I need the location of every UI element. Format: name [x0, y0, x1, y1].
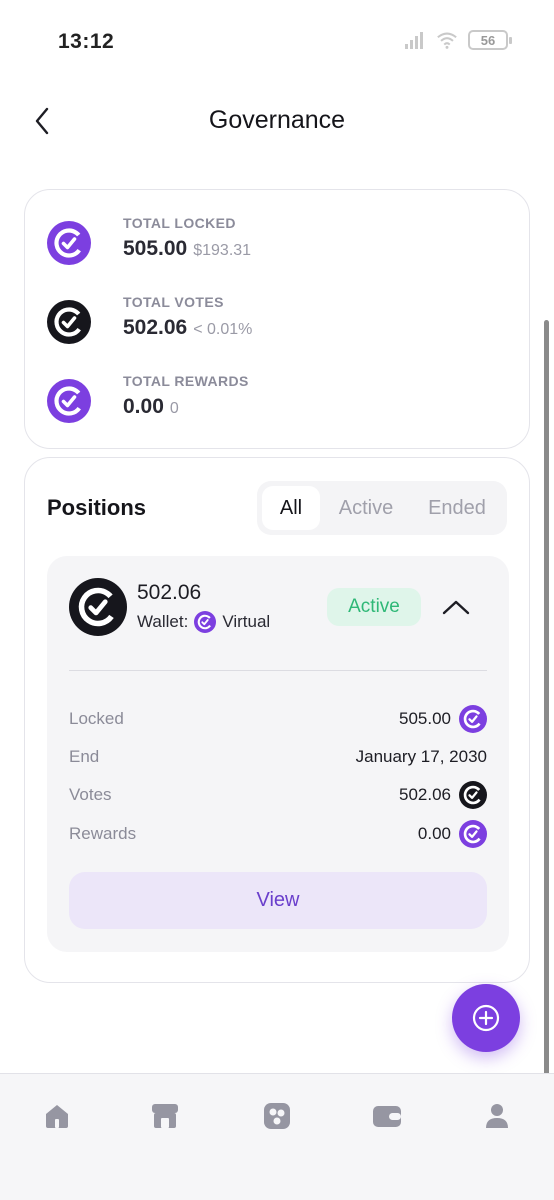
nav-profile[interactable] [479, 1098, 515, 1134]
status-time: 13:12 [58, 30, 115, 53]
page-title: Governance [208, 106, 346, 134]
store-icon [152, 1104, 178, 1128]
detail-label: Votes [69, 785, 112, 804]
apps-icon [264, 1103, 290, 1129]
detail-value: 502.06 [399, 785, 451, 804]
nav-home[interactable] [39, 1098, 75, 1134]
wifi-icon [437, 32, 457, 49]
total-votes-label: TOTAL VOTES [123, 294, 224, 310]
total-locked-label: TOTAL LOCKED [123, 215, 236, 231]
detail-row-votes: Votes 502.06 [69, 779, 487, 811]
total-rewards-stat: TOTAL REWARDS 0.00 0 [47, 373, 507, 433]
detail-row-locked: Locked 505.00 [69, 703, 487, 735]
detail-label: Locked [69, 709, 124, 728]
total-rewards-value: 0.00 [123, 395, 164, 418]
total-rewards-sub: 0 [169, 400, 179, 417]
wallet-label: Wallet: [137, 612, 189, 631]
purple-token-icon [459, 820, 487, 848]
detail-value: 0.00 [417, 824, 451, 843]
tab-ended[interactable]: Ended [412, 486, 502, 530]
purple-token-icon [459, 705, 487, 733]
scrollbar[interactable] [544, 320, 549, 1120]
collapse-button[interactable] [441, 594, 471, 620]
position-amount: 502.06 [137, 581, 202, 604]
black-token-icon [459, 781, 487, 809]
detail-label: Rewards [69, 824, 137, 843]
nav-wallet[interactable] [369, 1098, 405, 1134]
signal-icon [405, 32, 423, 49]
detail-row-end: End January 17, 2030 [69, 741, 487, 773]
detail-label: End [69, 747, 100, 766]
purple-token-icon [47, 379, 91, 423]
total-votes-share: < 0.01% [193, 321, 253, 338]
battery-icon: 56 [468, 30, 512, 50]
total-rewards-label: TOTAL REWARDS [123, 373, 249, 389]
tab-active[interactable]: Active [320, 486, 412, 530]
purple-token-icon [194, 611, 216, 633]
black-token-icon [69, 578, 127, 636]
black-token-icon [47, 300, 91, 344]
position-wallet: Wallet: Virtual [137, 611, 270, 633]
total-locked-usd: $193.31 [193, 242, 252, 259]
detail-value: 505.00 [399, 709, 451, 728]
status-indicators: 56 [404, 30, 512, 50]
summary-card: TOTAL LOCKED 505.00 $193.31 TOTAL VOTES … [24, 189, 530, 449]
status-badge: Active [327, 588, 421, 626]
wallet-name: Virtual [222, 612, 271, 631]
chevron-up-icon [442, 600, 470, 615]
positions-title: Positions [47, 495, 147, 520]
total-locked-value: 505.00 [123, 237, 188, 260]
divider [69, 670, 487, 671]
tab-all[interactable]: All [262, 486, 320, 530]
total-votes-stat: TOTAL VOTES 502.06 < 0.01% [47, 294, 507, 354]
position-item[interactable]: 502.06 Wallet: Virtual Active Locked 505… [47, 556, 509, 952]
home-icon [46, 1105, 68, 1128]
plus-circle-icon [472, 1004, 500, 1032]
add-position-button[interactable] [452, 984, 520, 1052]
positions-card: Positions All Active Ended 502.06 Wallet… [24, 457, 530, 983]
status-bar: 13:12 56 [0, 0, 554, 84]
nav-store[interactable] [147, 1098, 183, 1134]
bottom-nav [0, 1073, 554, 1200]
nav-apps[interactable] [259, 1098, 295, 1134]
profile-icon [486, 1104, 508, 1128]
wallet-icon [373, 1106, 401, 1127]
detail-row-rewards: Rewards 0.00 [69, 818, 487, 850]
total-locked-stat: TOTAL LOCKED 505.00 $193.31 [47, 215, 507, 275]
detail-value: January 17, 2030 [355, 747, 487, 766]
battery-level: 56 [480, 32, 496, 48]
view-button[interactable]: View [69, 872, 487, 929]
header: Governance [0, 96, 554, 146]
positions-tabs: All Active Ended [257, 481, 507, 535]
purple-token-icon [47, 221, 91, 265]
total-votes-value: 502.06 [123, 316, 188, 339]
